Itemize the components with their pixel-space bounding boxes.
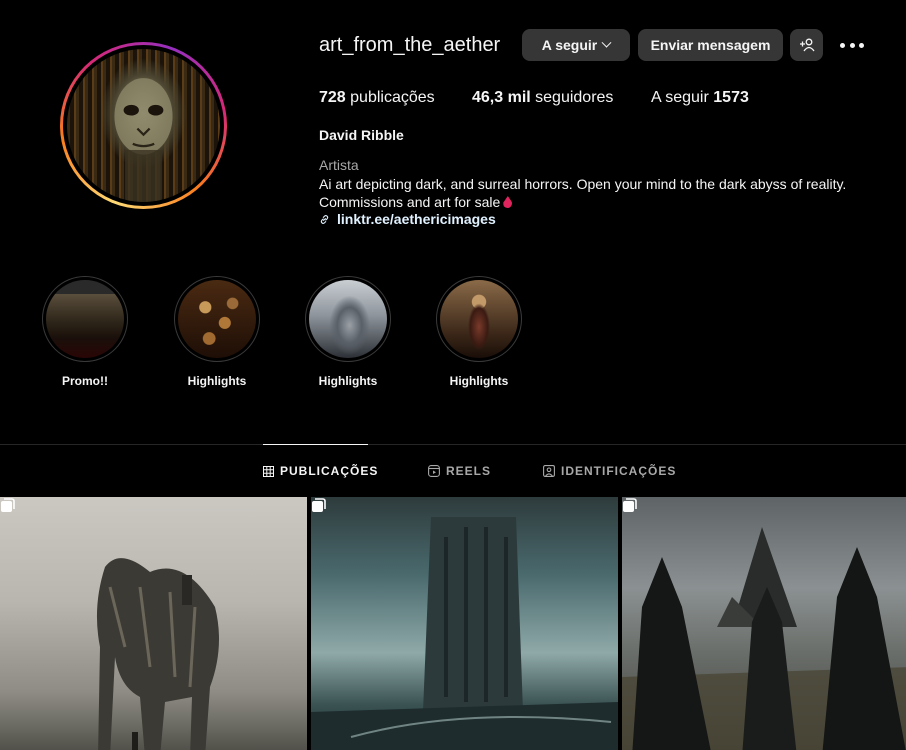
profile-stats: 728 publicações 46,3 mil seguidores A se… — [319, 89, 749, 107]
profile-link-text: linktr.ee/aethericimages — [337, 211, 496, 227]
profile-avatar[interactable] — [60, 42, 227, 209]
followers-count[interactable]: 46,3 mil seguidores — [472, 89, 651, 107]
tab-reels[interactable]: REELS — [428, 464, 491, 478]
tab-label: IDENTIFICAÇÕES — [561, 464, 677, 478]
active-tab-indicator — [263, 444, 368, 445]
following-button-label: A seguir — [541, 37, 598, 53]
post-image — [96, 558, 219, 750]
highlight-cover — [46, 280, 124, 358]
post-thumbnail[interactable] — [622, 497, 906, 750]
highlight-label: Highlights — [318, 374, 378, 388]
grid-icon — [263, 465, 274, 477]
tabs-divider — [0, 444, 906, 445]
highlight-label: Highlights — [187, 374, 247, 388]
tab-tagged[interactable]: IDENTIFICAÇÕES — [543, 464, 676, 478]
highlight-cover — [440, 280, 518, 358]
tagged-icon — [543, 465, 555, 477]
blood-drop-icon — [503, 196, 513, 208]
profile-category: Artista — [319, 157, 359, 173]
add-person-icon — [799, 38, 815, 52]
carousel-icon — [1, 498, 15, 512]
tab-label: REELS — [446, 464, 492, 478]
posts-count[interactable]: 728 publicações — [319, 89, 472, 107]
send-message-button[interactable]: Enviar mensagem — [638, 29, 783, 61]
link-icon — [320, 214, 329, 224]
following-count[interactable]: A seguir 1573 — [651, 89, 749, 107]
following-button[interactable]: A seguir — [522, 29, 630, 61]
post-thumbnail[interactable] — [0, 497, 307, 750]
carousel-icon — [312, 498, 326, 512]
highlight-item[interactable]: Highlights — [174, 276, 260, 388]
highlight-label: Promo!! — [62, 374, 108, 388]
more-options-icon[interactable] — [840, 36, 864, 54]
post-image — [311, 517, 618, 750]
reels-icon — [428, 465, 440, 477]
bio-line: Ai art depicting dark, and surreal horro… — [319, 176, 847, 192]
tab-posts[interactable]: PUBLICAÇÕES — [263, 464, 378, 478]
profile-full-name: David Ribble — [319, 127, 404, 143]
highlight-item[interactable]: Highlights — [436, 276, 522, 388]
highlight-label: Highlights — [449, 374, 509, 388]
post-thumbnail[interactable] — [311, 497, 618, 750]
chevron-down-icon — [601, 37, 612, 48]
profile-username: art_from_the_aether — [319, 34, 501, 56]
tab-label: PUBLICAÇÕES — [280, 464, 379, 478]
post-image — [622, 527, 906, 750]
highlight-promo[interactable]: Promo!! — [42, 276, 128, 388]
bio-line: Commissions and art for sale — [319, 194, 501, 210]
highlight-cover — [178, 280, 256, 358]
profile-bio: Ai art depicting dark, and surreal horro… — [319, 175, 879, 211]
highlight-cover — [309, 280, 387, 358]
highlight-item[interactable]: Highlights — [305, 276, 391, 388]
profile-link[interactable]: linktr.ee/aethericimages — [319, 211, 496, 227]
carousel-icon — [623, 498, 637, 512]
suggest-people-button[interactable] — [790, 29, 823, 61]
avatar-image — [67, 49, 220, 202]
